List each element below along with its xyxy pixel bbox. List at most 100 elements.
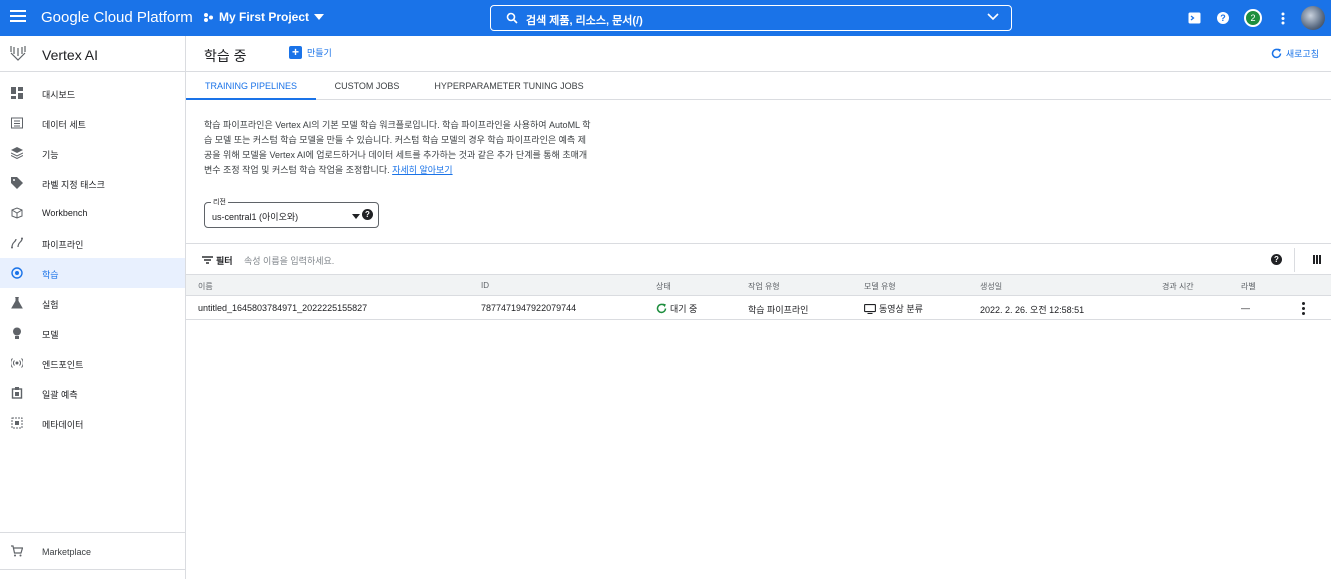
sidebar-divider bbox=[0, 569, 185, 570]
page-header: 학습 중 + 만들기 새로고침 bbox=[186, 36, 1331, 72]
tab-training-pipelines[interactable]: TRAINING PIPELINES bbox=[186, 72, 316, 100]
menu-icon[interactable] bbox=[10, 10, 26, 24]
filter-input[interactable]: 속성 이름을 입력하세요. bbox=[244, 254, 334, 267]
chevron-down-icon bbox=[314, 14, 325, 20]
region-select[interactable]: 리전 us-central1 (아이오와) ? bbox=[204, 197, 379, 228]
row-job-type: 학습 파이프라인 bbox=[748, 305, 809, 315]
column-header-created[interactable]: 생성일 bbox=[980, 281, 1002, 292]
table-header: 이름 ID 상태 작업 유형 모델 유형 생성일 경과 시간 라벨 bbox=[186, 274, 1331, 296]
sidebar-item-label: 학습 bbox=[42, 270, 59, 280]
sidebar-item-pipelines[interactable]: 파이프라인 bbox=[0, 228, 185, 258]
notification-badge[interactable]: 2 bbox=[1244, 9, 1262, 27]
filter-bar: 필터 속성 이름을 입력하세요. ? bbox=[186, 243, 1331, 274]
page-title: 학습 중 bbox=[204, 48, 247, 64]
sidebar-item-label: 파이프라인 bbox=[42, 240, 84, 250]
sidebar-item-labeling-tasks[interactable]: 라벨 지정 태스크 bbox=[0, 168, 185, 198]
sidebar-item-batch-predictions[interactable]: 일괄 예측 bbox=[0, 378, 185, 408]
pending-icon bbox=[656, 303, 667, 314]
sidebar-item-label: Workbench bbox=[42, 208, 88, 218]
sidebar-item-dashboard[interactable]: 대시보드 bbox=[0, 78, 185, 108]
row-model-type: 동영상 분류 bbox=[864, 302, 923, 315]
sidebar-item-label: 메타데이터 bbox=[42, 420, 84, 430]
search-bar[interactable]: 검색 제품, 리소스, 문서(/) bbox=[490, 5, 1012, 31]
tab-hyperparameter-tuning-jobs[interactable]: HYPERPARAMETER TUNING JOBS bbox=[424, 72, 594, 100]
column-header-job-type[interactable]: 작업 유형 bbox=[748, 281, 780, 292]
search-placeholder: 검색 제품, 리소스, 문서(/) bbox=[526, 15, 643, 27]
sidebar-item-metadata[interactable]: 메타데이터 bbox=[0, 408, 185, 438]
training-icon bbox=[11, 267, 23, 279]
label-icon bbox=[11, 177, 23, 189]
sidebar-item-label: 데이터 세트 bbox=[42, 120, 86, 130]
cloud-shell-icon[interactable] bbox=[1186, 10, 1202, 26]
row-status-text: 대기 중 bbox=[670, 304, 698, 314]
sidebar-item-label: 대시보드 bbox=[42, 90, 76, 100]
column-header-elapsed[interactable]: 경과 시간 bbox=[1162, 281, 1194, 292]
sidebar: Vertex AI 대시보드 데이터 세트 기능 라벨 지정 태스크 Workb… bbox=[0, 36, 186, 579]
row-name-link[interactable]: untitled_1645803784971_2022225155827 bbox=[198, 303, 367, 313]
description: 학습 파이프라인은 Vertex AI의 기본 모델 학습 워크플로입니다. 학… bbox=[204, 118, 594, 178]
row-model-type-text: 동영상 분류 bbox=[879, 304, 923, 314]
column-header-labels[interactable]: 라벨 bbox=[1241, 281, 1256, 292]
row-id: 7877471947922079744 bbox=[481, 303, 577, 313]
create-button[interactable]: + 만들기 bbox=[289, 46, 332, 59]
feature-icon bbox=[11, 147, 23, 159]
sidebar-item-label: Marketplace bbox=[42, 547, 92, 557]
search-icon bbox=[506, 12, 518, 24]
project-name: My First Project bbox=[219, 10, 310, 24]
project-selector[interactable]: My First Project bbox=[203, 10, 325, 24]
tab-bar: TRAINING PIPELINES CUSTOM JOBS HYPERPARA… bbox=[186, 72, 1331, 100]
filter-label: 필터 bbox=[216, 256, 233, 266]
sidebar-item-features[interactable]: 기능 bbox=[0, 138, 185, 168]
sidebar-item-marketplace[interactable]: Marketplace bbox=[0, 532, 185, 570]
column-header-name[interactable]: 이름 bbox=[198, 281, 213, 292]
region-value: us-central1 (아이오와) bbox=[212, 212, 299, 222]
sidebar-item-datasets[interactable]: 데이터 세트 bbox=[0, 108, 185, 138]
vertex-ai-logo-icon bbox=[10, 46, 26, 61]
help-icon[interactable]: ? bbox=[1215, 10, 1231, 26]
column-header-status[interactable]: 상태 bbox=[656, 281, 671, 292]
help-icon[interactable]: ? bbox=[1271, 254, 1282, 265]
more-vert-icon[interactable] bbox=[1275, 10, 1291, 26]
sidebar-item-training[interactable]: 학습 bbox=[0, 258, 185, 288]
sidebar-item-label: 실험 bbox=[42, 300, 59, 310]
table-row: untitled_1645803784971_2022225155827 787… bbox=[186, 296, 1331, 320]
row-status: 대기 중 bbox=[656, 302, 697, 315]
row-labels: — bbox=[1241, 303, 1250, 313]
column-header-id[interactable]: ID bbox=[481, 281, 489, 290]
filter-icon bbox=[202, 256, 213, 264]
tab-custom-jobs[interactable]: CUSTOM JOBS bbox=[316, 72, 418, 100]
experiment-icon bbox=[11, 297, 23, 309]
help-icon[interactable]: ? bbox=[362, 209, 373, 220]
refresh-icon bbox=[1271, 48, 1282, 59]
chevron-down-icon[interactable] bbox=[987, 13, 999, 21]
sidebar-item-experiments[interactable]: 실험 bbox=[0, 288, 185, 318]
learn-more-link[interactable]: 자세히 알아보기 bbox=[392, 165, 452, 175]
dropdown-arrow-icon bbox=[352, 214, 360, 219]
sidebar-item-label: 엔드포인트 bbox=[42, 360, 84, 370]
row-created: 2022. 2. 26. 오전 12:58:51 bbox=[980, 305, 1085, 315]
monitor-icon bbox=[864, 303, 876, 314]
avatar[interactable] bbox=[1301, 6, 1325, 30]
cart-icon bbox=[11, 545, 23, 557]
top-bar: Google Cloud Platform My First Project 검… bbox=[0, 0, 1331, 36]
sidebar-item-endpoints[interactable]: 엔드포인트 bbox=[0, 348, 185, 378]
model-icon bbox=[13, 327, 21, 339]
sidebar-item-label: 일괄 예측 bbox=[42, 390, 78, 400]
refresh-label: 새로고침 bbox=[1285, 49, 1319, 59]
project-icon bbox=[204, 12, 213, 22]
dataset-icon bbox=[11, 117, 23, 129]
sidebar-item-label: 기능 bbox=[42, 150, 59, 160]
create-label: 만들기 bbox=[307, 48, 332, 58]
refresh-button[interactable]: 새로고침 bbox=[1271, 47, 1319, 60]
row-actions-icon[interactable] bbox=[1302, 302, 1305, 317]
sidebar-item-label: 모델 bbox=[42, 330, 59, 340]
brand-title[interactable]: Google Cloud Platform bbox=[41, 9, 193, 26]
column-header-model-type[interactable]: 모델 유형 bbox=[864, 281, 896, 292]
sidebar-item-workbench[interactable]: Workbench bbox=[0, 198, 185, 228]
metadata-icon bbox=[11, 417, 23, 429]
sidebar-header: Vertex AI bbox=[0, 36, 185, 72]
sidebar-item-models[interactable]: 모델 bbox=[0, 318, 185, 348]
workbench-icon bbox=[11, 207, 23, 219]
column-display-icon[interactable] bbox=[1313, 255, 1321, 264]
add-box-icon: + bbox=[289, 46, 302, 59]
